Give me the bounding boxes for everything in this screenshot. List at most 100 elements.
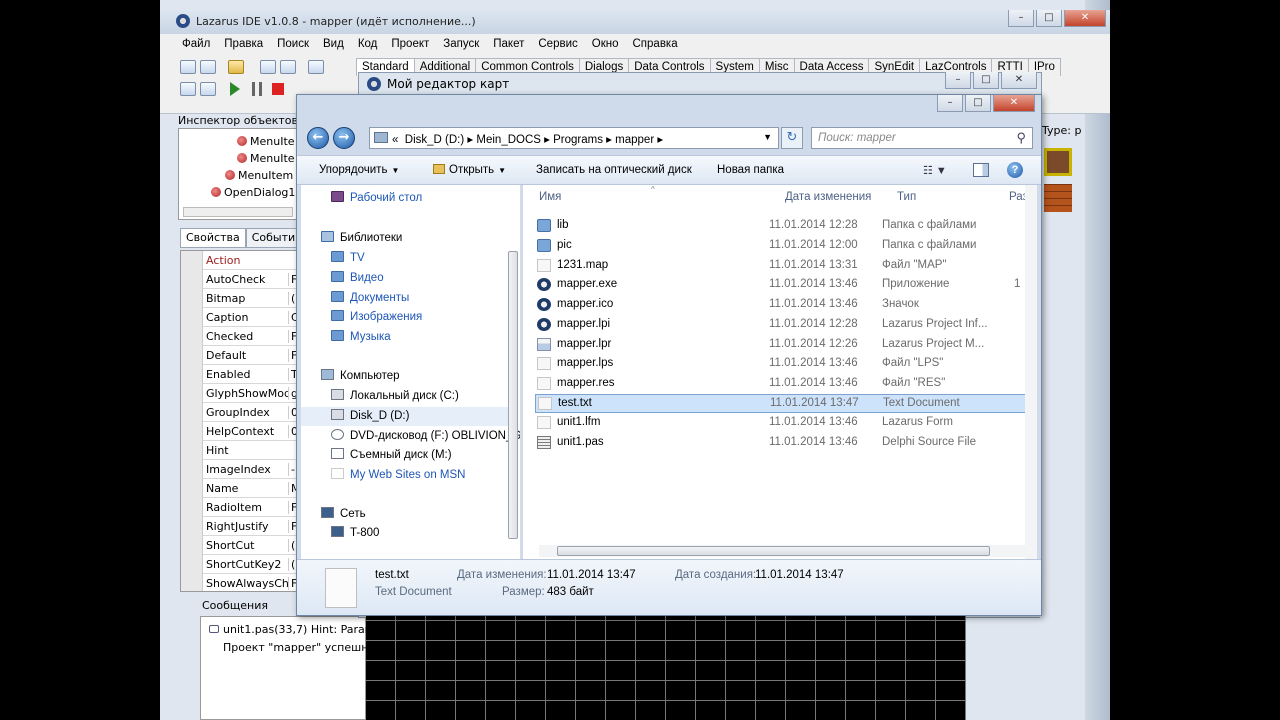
new-form-icon[interactable] [200, 60, 216, 74]
tree-item[interactable]: MenuIte [237, 135, 295, 148]
refresh-button[interactable]: ↻ [781, 127, 803, 149]
property-row[interactable]: ShowAlwaysChe F [181, 574, 299, 591]
breadcrumb-mein-docs[interactable]: Mein_DOCS [476, 134, 541, 146]
address-dropdown-icon[interactable]: ▼ [763, 132, 772, 142]
property-row[interactable]: Hint [181, 441, 299, 460]
property-row[interactable]: RightJustify F [181, 517, 299, 536]
save-all-icon[interactable] [280, 60, 296, 74]
file-row[interactable]: mapper.lpi 11.01.2014 12:28 Lazarus Projec… [535, 316, 1037, 335]
nav-desktop[interactable]: Рабочий стол [331, 191, 422, 204]
tree-item[interactable]: OpenDialog1: [211, 186, 297, 199]
help-icon[interactable]: ? [1007, 162, 1023, 178]
nav-scrollbar-thumb[interactable] [508, 251, 518, 539]
property-row[interactable]: HelpContext 0 [181, 422, 299, 441]
menu-search[interactable]: Поиск [277, 38, 309, 50]
nav-drive-c[interactable]: Локальный диск (C:) [331, 389, 459, 402]
maximize-button[interactable]: □ [1036, 10, 1062, 27]
nav-library-tv[interactable]: TV [331, 251, 365, 264]
file-row[interactable]: mapper.res 11.01.2014 13:46 Файл "RES" [535, 375, 1037, 394]
property-row[interactable]: Checked F [181, 327, 299, 346]
file-list-vscrollbar[interactable] [1025, 185, 1037, 559]
save-icon[interactable] [260, 60, 276, 74]
menu-window[interactable]: Окно [592, 38, 619, 50]
file-row[interactable]: lib 11.01.2014 12:28 Папка с файлами [535, 217, 1037, 236]
property-row[interactable]: Action [181, 251, 299, 270]
property-row[interactable]: ImageIndex - [181, 460, 299, 479]
nav-drive-f[interactable]: DVD-дисковод (F:) OBLIVION_G [331, 429, 520, 442]
forward-button[interactable]: → [333, 127, 355, 149]
menu-code[interactable]: Код [358, 38, 378, 50]
property-row[interactable]: ShortCutKey2( [181, 555, 299, 574]
view-forms-icon[interactable] [200, 82, 216, 96]
message-line[interactable]: Проект "mapper" успешно [223, 641, 375, 654]
nav-library-pictures[interactable]: Изображения [331, 310, 422, 323]
view-options-icon[interactable]: ☷ ▼ [923, 164, 947, 177]
nav-network-t800[interactable]: T-800 [331, 526, 379, 539]
dialog-close-button[interactable]: ✕ [993, 95, 1035, 112]
tree-item[interactable]: MenuItem [225, 169, 293, 182]
dialog-maximize-button[interactable]: □ [965, 95, 991, 112]
property-row[interactable]: Caption C [181, 308, 299, 327]
close-button[interactable]: ✕ [1064, 10, 1106, 27]
address-bar[interactable]: « Disk_D (D:) ▸ Mein_DOCS ▸ Programs ▸ m… [369, 127, 779, 149]
map-minimize-button[interactable]: – [945, 72, 971, 89]
burn-button[interactable]: Записать на оптический диск [536, 164, 692, 176]
nav-web-sites[interactable]: My Web Sites on MSN [331, 468, 465, 481]
file-row[interactable]: unit1.pas 11.01.2014 13:46 Delphi Source F… [535, 434, 1037, 453]
new-unit-icon[interactable] [180, 60, 196, 74]
dialog-minimize-button[interactable]: – [937, 95, 963, 112]
menu-run[interactable]: Запуск [443, 38, 479, 50]
property-row[interactable]: GroupIndex 0 [181, 403, 299, 422]
tile-door-icon[interactable] [1044, 148, 1072, 176]
message-line[interactable]: unit1.pas(33,7) Hint: Param [209, 623, 376, 636]
toggle-form-icon[interactable] [308, 60, 324, 74]
breadcrumb-mapper[interactable]: mapper [615, 134, 654, 146]
tree-item[interactable]: MenuIte [237, 152, 295, 165]
file-row-selected[interactable]: test.txt 11.01.2014 13:47 Text Document [535, 394, 1037, 413]
column-name[interactable]: Имя [539, 191, 561, 203]
file-row[interactable]: mapper.lpr 11.01.2014 12:26 Lazarus Projec… [535, 336, 1037, 355]
menu-help[interactable]: Справка [633, 38, 678, 50]
menu-edit[interactable]: Правка [224, 38, 263, 50]
nav-libraries[interactable]: Библиотеки [321, 231, 402, 244]
map-close-button[interactable]: ✕ [1001, 72, 1037, 89]
search-input[interactable]: Поиск: mapper ⚲ [811, 127, 1033, 149]
column-date-modified[interactable]: Дата изменения [785, 191, 871, 203]
property-row[interactable]: AutoCheck F [181, 270, 299, 289]
file-row[interactable]: mapper.ico 11.01.2014 13:46 Значок [535, 296, 1037, 315]
breadcrumb-programs[interactable]: Programs [553, 134, 603, 146]
menu-project[interactable]: Проект [391, 38, 429, 50]
tile-brick-icon[interactable] [1044, 184, 1072, 212]
file-row[interactable]: mapper.lps 11.01.2014 13:46 Файл "LPS" [535, 355, 1037, 374]
map-grid-canvas[interactable] [366, 616, 966, 720]
nav-library-video[interactable]: Видео [331, 271, 384, 284]
new-folder-button[interactable]: Новая папка [717, 164, 784, 176]
minimize-button[interactable]: – [1008, 10, 1034, 27]
menu-package[interactable]: Пакет [493, 38, 524, 50]
nav-computer[interactable]: Компьютер [321, 369, 400, 382]
breadcrumb-disk[interactable]: Disk_D (D:) [405, 134, 464, 146]
property-row[interactable]: Bitmap( [181, 289, 299, 308]
property-row[interactable]: Default F [181, 346, 299, 365]
nav-library-documents[interactable]: Документы [331, 291, 409, 304]
run-icon[interactable] [230, 82, 240, 96]
property-row[interactable]: Enabled T [181, 365, 299, 384]
hscrollbar-thumb[interactable] [557, 546, 990, 556]
tab-properties[interactable]: Свойства [180, 228, 246, 248]
view-units-icon[interactable] [180, 82, 196, 96]
preview-pane-icon[interactable] [973, 163, 989, 177]
file-row[interactable]: 1231.map 11.01.2014 13:31 Файл "MAP" [535, 257, 1037, 276]
menu-file[interactable]: Файл [182, 38, 210, 50]
menu-tools[interactable]: Сервис [538, 38, 577, 50]
property-row[interactable]: GlyphShowMod g [181, 384, 299, 403]
pause-icon[interactable] [252, 82, 262, 96]
nav-drive-m[interactable]: Съемный диск (M:) [331, 448, 452, 461]
property-row[interactable]: ShortCut( [181, 536, 299, 555]
column-type[interactable]: Тип [897, 191, 916, 203]
menu-view[interactable]: Вид [323, 38, 344, 50]
file-row[interactable]: unit1.lfm 11.01.2014 13:46 Lazarus Form [535, 414, 1037, 433]
open-icon[interactable] [228, 60, 244, 74]
file-row[interactable]: pic 11.01.2014 12:00 Папка с файлами [535, 237, 1037, 256]
nav-network[interactable]: Сеть [321, 507, 366, 520]
tree-hscrollbar[interactable] [183, 207, 293, 217]
